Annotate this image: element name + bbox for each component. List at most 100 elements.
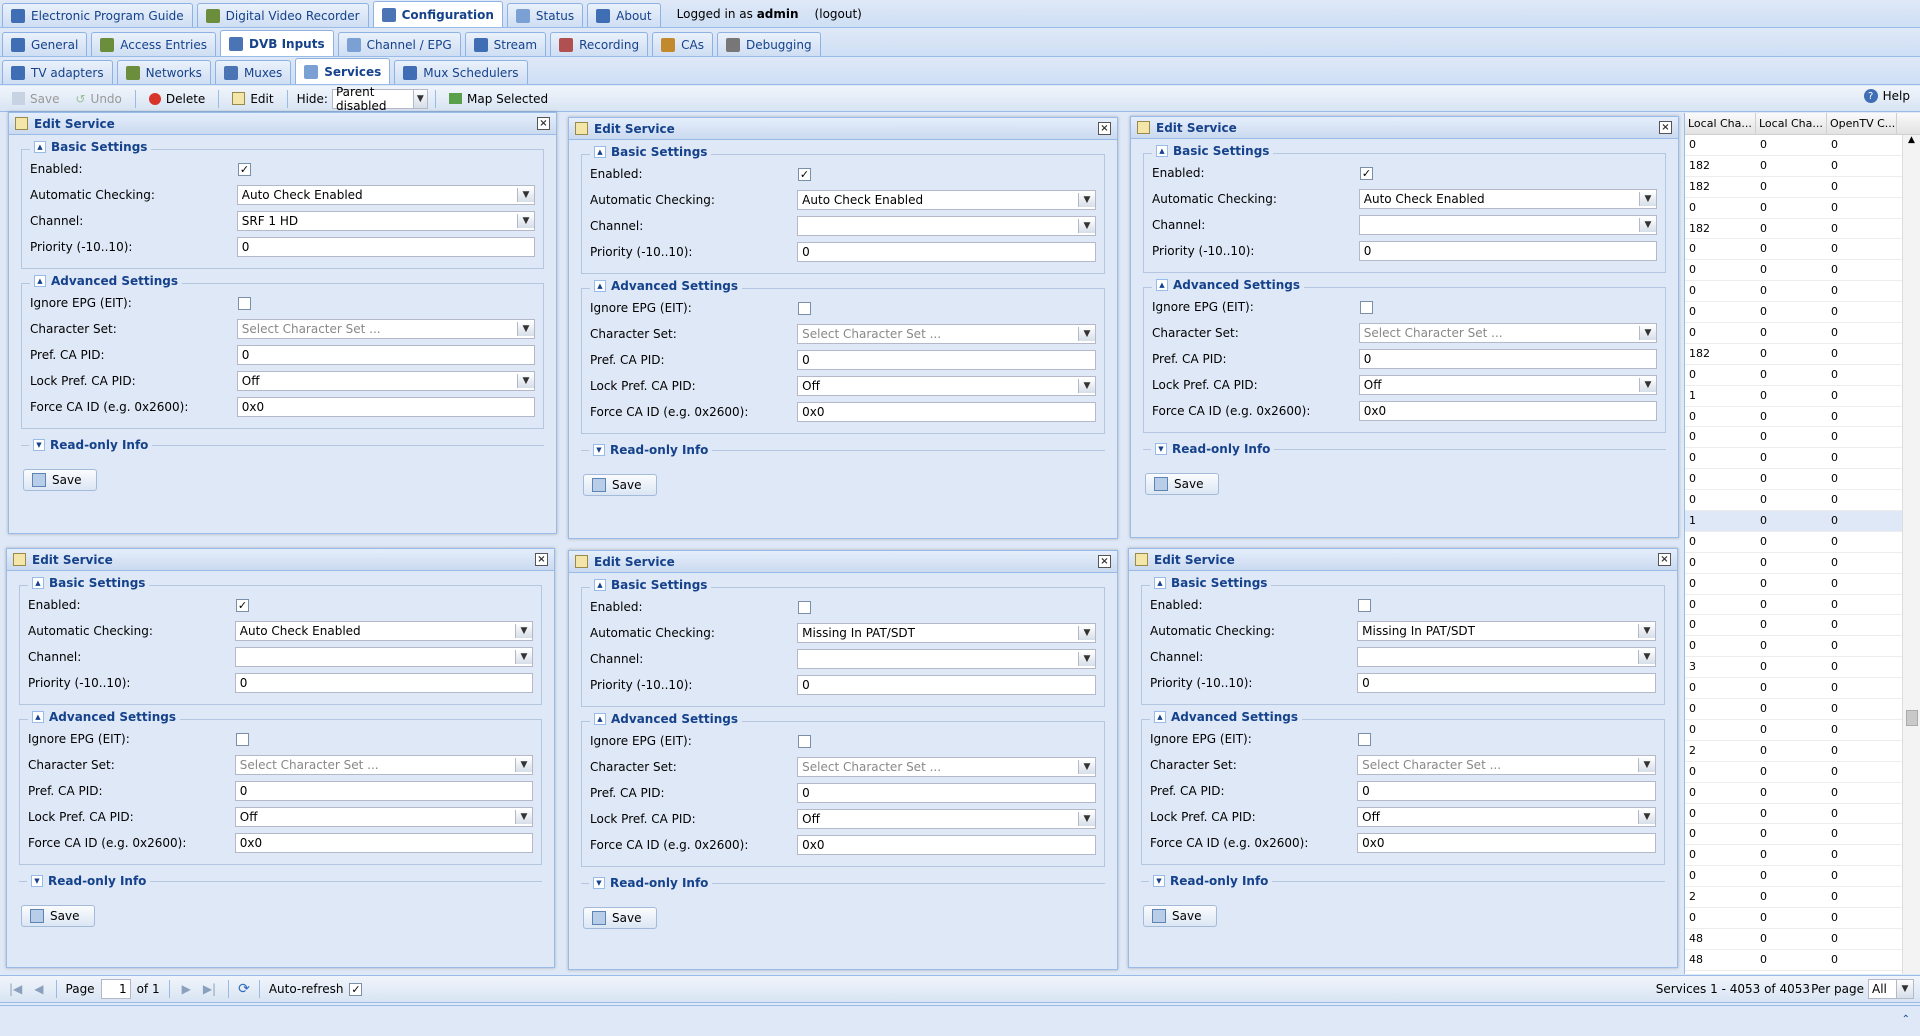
charset-select[interactable]: Select Character Set ... ▼ <box>234 755 533 775</box>
table-row[interactable]: 0 0 0 <box>1685 490 1920 512</box>
readonly-info-legend[interactable]: ▼ Read-only Info <box>1149 874 1273 888</box>
advanced-settings-legend[interactable]: ▲ Advanced Settings <box>590 279 743 293</box>
ignore-epg-checkbox[interactable] <box>798 734 811 748</box>
collapse-icon[interactable]: ▲ <box>32 711 44 723</box>
priority-input[interactable]: 0 <box>234 673 533 693</box>
advanced-settings-legend[interactable]: ▲ Advanced Settings <box>28 710 181 724</box>
table-row[interactable]: 0 0 0 <box>1685 908 1920 929</box>
table-row[interactable]: 0 0 0 <box>1685 532 1920 553</box>
chevron-down-icon[interactable]: ▼ <box>1078 812 1095 826</box>
tab-services[interactable]: Services <box>295 58 391 84</box>
ignore-epg-checkbox[interactable] <box>238 296 251 310</box>
table-row[interactable]: 0 0 0 <box>1685 198 1920 219</box>
auto-refresh-checkbox[interactable]: ✓ <box>349 982 363 996</box>
chevron-down-icon[interactable]: ▼ <box>1638 810 1655 824</box>
refresh-icon[interactable]: ⟳ <box>238 981 250 997</box>
pref-ca-pid-input[interactable]: 0 <box>1358 349 1657 369</box>
lock-pref-select[interactable]: Off ▼ <box>1357 807 1656 827</box>
last-page-icon[interactable]: ▶| <box>200 982 219 996</box>
channel-select[interactable]: ▼ <box>1357 647 1656 667</box>
tab-networks[interactable]: Networks <box>116 60 211 84</box>
tab-about[interactable]: About <box>587 3 661 27</box>
chevron-down-icon[interactable]: ▼ <box>515 650 532 664</box>
collapse-icon[interactable]: ▲ <box>32 577 44 589</box>
help-button[interactable]: ? Help <box>1863 89 1910 103</box>
expand-icon[interactable]: ▼ <box>593 444 605 456</box>
table-row[interactable]: 0 0 0 <box>1685 824 1920 846</box>
collapse-icon[interactable]: ▲ <box>1156 279 1168 291</box>
force-ca-input[interactable]: 0x0 <box>797 835 1096 855</box>
charset-select[interactable]: Select Character Set ... ▼ <box>1358 323 1657 343</box>
auto-check-select[interactable]: Auto Check Enabled ▼ <box>234 621 533 641</box>
tab-cas[interactable]: CAs <box>652 32 713 56</box>
collapse-icon[interactable]: ▲ <box>34 275 46 287</box>
priority-input[interactable]: 0 <box>1358 241 1657 261</box>
chevron-down-icon[interactable]: ▼ <box>1078 760 1095 774</box>
logout-link[interactable]: (logout) <box>815 7 862 21</box>
ignore-epg-checkbox[interactable] <box>1358 732 1371 746</box>
priority-input[interactable]: 0 <box>797 675 1096 695</box>
collapse-icon[interactable]: ▲ <box>594 280 606 292</box>
collapse-icon[interactable]: ▲ <box>1154 577 1166 589</box>
auto-check-select[interactable]: Auto Check Enabled ▼ <box>797 190 1096 210</box>
chevron-down-icon[interactable]: ▼ <box>517 188 534 202</box>
table-row[interactable]: 0 0 0 <box>1685 323 1920 344</box>
ignore-epg-checkbox[interactable] <box>236 732 249 746</box>
close-icon[interactable]: × <box>1098 122 1111 135</box>
tab-general[interactable]: General <box>2 32 88 56</box>
tab-debugging[interactable]: Debugging <box>716 32 821 56</box>
auto-check-select[interactable]: Missing In PAT/SDT ▼ <box>1357 621 1656 641</box>
table-row[interactable]: 48 0 0 <box>1685 950 1920 971</box>
priority-input[interactable]: 0 <box>236 237 535 257</box>
chevron-down-icon[interactable]: ▼ <box>1639 218 1656 232</box>
save-button[interactable]: Save <box>21 905 95 927</box>
charset-select[interactable]: Select Character Set ... ▼ <box>797 757 1096 777</box>
chevron-down-icon[interactable]: ▼ <box>1638 650 1655 664</box>
priority-input[interactable]: 0 <box>1357 673 1656 693</box>
table-row[interactable]: 0 0 0 <box>1685 135 1920 156</box>
readonly-info-legend[interactable]: ▼ Read-only Info <box>27 874 151 888</box>
enabled-checkbox[interactable] <box>798 600 811 614</box>
ignore-epg-checkbox[interactable] <box>1360 300 1373 314</box>
save-button[interactable]: Save <box>6 88 65 110</box>
tab-digital-video-recorder[interactable]: Digital Video Recorder <box>196 3 369 27</box>
collapse-icon[interactable]: ▲ <box>34 141 46 153</box>
basic-settings-legend[interactable]: ▲ Basic Settings <box>30 140 152 154</box>
chevron-down-icon[interactable]: ▼ <box>515 758 532 772</box>
table-row[interactable]: 2 0 0 <box>1685 887 1920 908</box>
pref-ca-pid-input[interactable]: 0 <box>797 783 1096 803</box>
per-page-select[interactable]: All ▼ <box>1868 979 1914 999</box>
channel-select[interactable]: SRF 1 HD ▼ <box>236 211 535 231</box>
chevron-down-icon[interactable]: ▼ <box>1896 980 1913 998</box>
chevron-down-icon[interactable]: ▼ <box>412 89 427 108</box>
tab-mux-schedulers[interactable]: Mux Schedulers <box>394 60 528 84</box>
chevron-down-icon[interactable]: ▼ <box>1078 626 1095 640</box>
prev-page-icon[interactable]: ◀ <box>31 982 46 996</box>
pref-ca-pid-input[interactable]: 0 <box>797 350 1096 370</box>
force-ca-input[interactable]: 0x0 <box>797 402 1096 422</box>
table-row[interactable]: 0 0 0 <box>1685 615 1920 637</box>
map-selected-button[interactable]: Map Selected <box>443 88 554 110</box>
chevron-down-icon[interactable]: ▼ <box>1639 378 1656 392</box>
tab-tv-adapters[interactable]: TV adapters <box>2 60 113 84</box>
pref-ca-pid-input[interactable]: 0 <box>234 781 533 801</box>
table-row[interactable]: 1 0 0 <box>1685 386 1920 407</box>
table-row[interactable]: 182 0 0 <box>1685 344 1920 365</box>
table-row[interactable]: 0 0 0 <box>1685 427 1920 449</box>
table-row[interactable]: 0 0 0 <box>1685 595 1920 616</box>
column-header[interactable]: Local Cha... <box>1685 113 1756 134</box>
channel-select[interactable]: ▼ <box>1358 215 1657 235</box>
save-button[interactable]: Save <box>23 469 97 491</box>
table-row[interactable]: 0 0 0 <box>1685 845 1920 867</box>
edit-button[interactable]: Edit <box>226 88 279 110</box>
table-row[interactable]: 0 0 0 <box>1685 699 1920 720</box>
pref-ca-pid-input[interactable]: 0 <box>236 345 535 365</box>
chevron-down-icon[interactable]: ▼ <box>1078 219 1095 233</box>
delete-button[interactable]: Delete <box>143 88 211 110</box>
table-row[interactable]: 182 0 0 <box>1685 156 1920 177</box>
enabled-checkbox[interactable]: ✓ <box>1360 166 1373 180</box>
basic-settings-legend[interactable]: ▲ Basic Settings <box>1152 144 1274 158</box>
tab-dvb-inputs[interactable]: DVB Inputs <box>220 30 334 56</box>
hide-select[interactable]: Parent disabled ▼ <box>331 85 428 113</box>
readonly-info-legend[interactable]: ▼ Read-only Info <box>589 443 713 457</box>
